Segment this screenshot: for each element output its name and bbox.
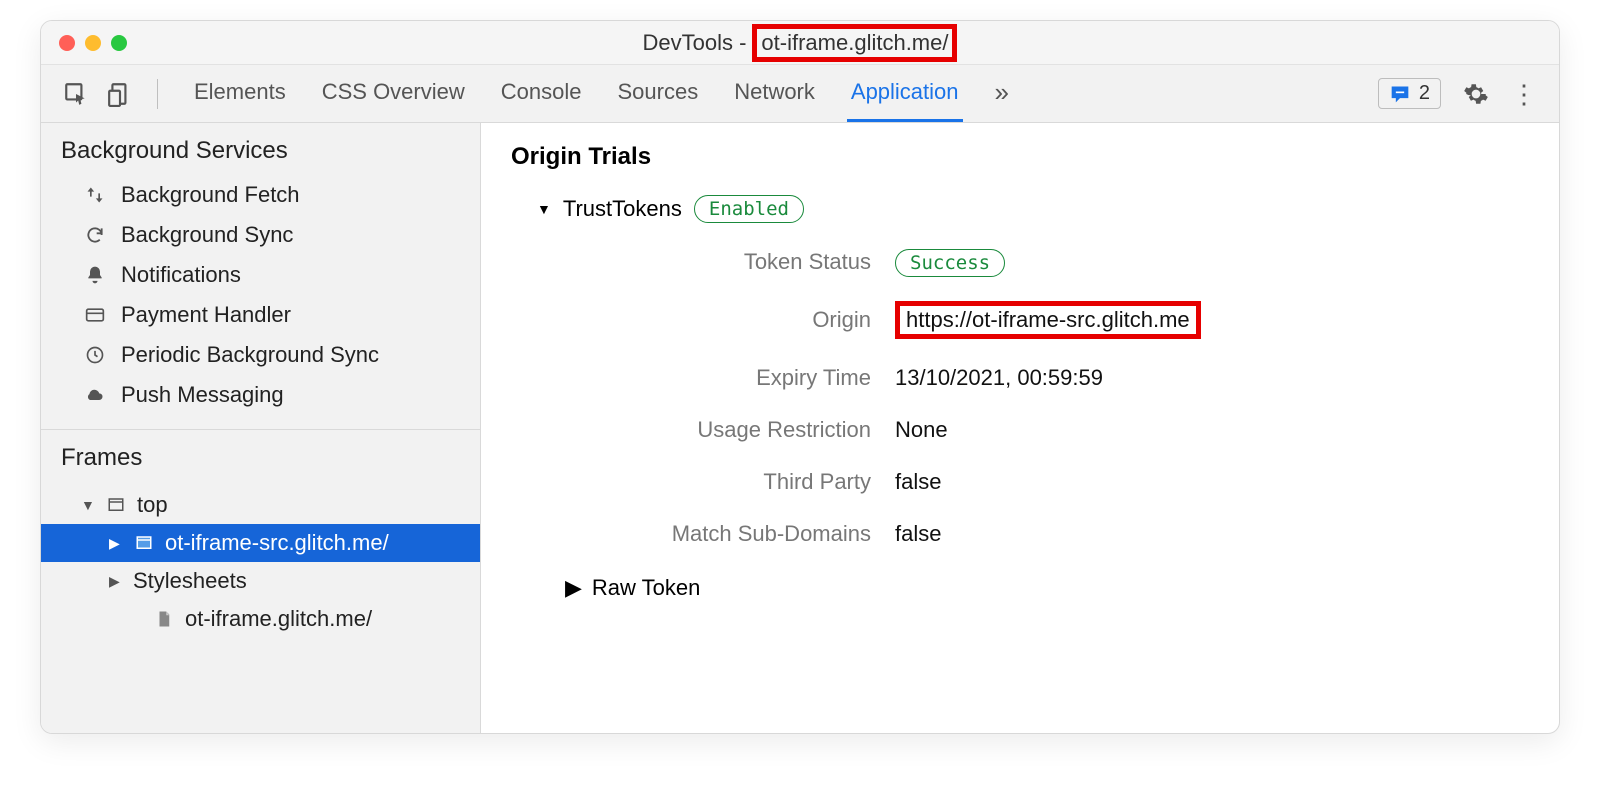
disclosure-triangle-icon: ▼ [537, 201, 551, 217]
kv-key-expiry: Expiry Time [571, 365, 871, 391]
disclosure-triangle-icon: ▶ [109, 535, 123, 552]
kv-key-subdomains: Match Sub-Domains [571, 521, 871, 547]
toolbar-left-icons [53, 81, 143, 107]
kv-key-token-status: Token Status [571, 249, 871, 275]
kv-val-expiry: 13/10/2021, 00:59:59 [895, 365, 1529, 391]
arrows-vert-icon [83, 185, 107, 205]
traffic-lights [59, 35, 127, 51]
sidebar: Background Services Background Fetch Bac… [41, 123, 481, 733]
sidebar-item-label: Periodic Background Sync [121, 342, 379, 368]
sync-icon [83, 225, 107, 245]
inspect-element-icon[interactable] [63, 81, 89, 107]
token-status-badge: Success [895, 249, 1005, 277]
kv-key-thirdparty: Third Party [571, 469, 871, 495]
tab-console[interactable]: Console [497, 65, 586, 122]
sidebar-item-label: Payment Handler [121, 302, 291, 328]
raw-token-label: Raw Token [592, 575, 700, 601]
document-icon [153, 609, 175, 629]
trial-row[interactable]: ▼ TrustTokens Enabled [537, 195, 1529, 223]
frames-top[interactable]: ▼ top [41, 486, 480, 524]
window-title-prefix: DevTools - [643, 30, 747, 56]
sidebar-item-background-sync[interactable]: Background Sync [41, 215, 480, 255]
kv-key-usage: Usage Restriction [571, 417, 871, 443]
frames-stylesheets[interactable]: ▶ Stylesheets [41, 562, 480, 600]
zoom-window-button[interactable] [111, 35, 127, 51]
frames-document-leaf[interactable]: ▶ ot-iframe.glitch.me/ [41, 600, 480, 638]
tab-elements[interactable]: Elements [190, 65, 290, 122]
tabs-overflow-button[interactable]: » [991, 65, 1013, 122]
frames-document-label: ot-iframe.glitch.me/ [185, 606, 372, 632]
kv-val-usage: None [895, 417, 1529, 443]
sidebar-item-push-messaging[interactable]: Push Messaging [41, 375, 480, 415]
sidebar-item-payment-handler[interactable]: Payment Handler [41, 295, 480, 335]
sidebar-item-background-fetch[interactable]: Background Fetch [41, 175, 480, 215]
kv-val-origin: https://ot-iframe-src.glitch.me [895, 301, 1529, 339]
sidebar-item-label: Notifications [121, 262, 241, 288]
sidebar-item-label: Background Fetch [121, 182, 300, 208]
issues-count: 2 [1419, 82, 1430, 105]
window-title: DevTools - ot-iframe.glitch.me/ [643, 24, 958, 62]
bell-icon [83, 265, 107, 285]
origin-trials-heading: Origin Trials [511, 143, 1529, 171]
sidebar-section-frames: Frames [41, 430, 480, 480]
sidebar-bg-services-list: Background Fetch Background Sync Notific… [41, 173, 480, 429]
main-panel: Origin Trials ▼ TrustTokens Enabled Toke… [481, 123, 1559, 733]
iframe-icon [133, 534, 155, 552]
more-icon[interactable]: ⋮ [1511, 81, 1537, 107]
sidebar-item-label: Push Messaging [121, 382, 284, 408]
issues-icon [1389, 84, 1411, 104]
devtools-window: DevTools - ot-iframe.glitch.me/ Elements [40, 20, 1560, 734]
sidebar-item-label: Background Sync [121, 222, 293, 248]
frames-iframe-label: ot-iframe-src.glitch.me/ [165, 530, 389, 556]
tab-network[interactable]: Network [730, 65, 819, 122]
content: Background Services Background Fetch Bac… [41, 123, 1559, 733]
tab-application[interactable]: Application [847, 65, 963, 122]
disclosure-triangle-icon: ▼ [81, 497, 95, 513]
frames-stylesheets-label: Stylesheets [133, 568, 247, 594]
frames-top-label: top [137, 492, 168, 518]
tab-sources[interactable]: Sources [613, 65, 702, 122]
sidebar-item-notifications[interactable]: Notifications [41, 255, 480, 295]
trial-status-badge: Enabled [694, 195, 804, 223]
clock-icon [83, 345, 107, 365]
device-toolbar-icon[interactable] [107, 81, 133, 107]
trial-name: TrustTokens [563, 196, 682, 222]
minimize-window-button[interactable] [85, 35, 101, 51]
issues-button[interactable]: 2 [1378, 78, 1441, 109]
kv-key-origin: Origin [571, 307, 871, 333]
frames-tree: ▼ top ▶ ot-iframe-src.glitch.me/ ▶ Style… [41, 480, 480, 658]
raw-token-toggle[interactable]: ▶ Raw Token [565, 575, 1529, 601]
kv-val-token-status: Success [895, 249, 1529, 275]
close-window-button[interactable] [59, 35, 75, 51]
window-icon [105, 496, 127, 514]
kv-val-thirdparty: false [895, 469, 1529, 495]
frames-iframe-selected[interactable]: ▶ ot-iframe-src.glitch.me/ [41, 524, 480, 562]
origin-value: https://ot-iframe-src.glitch.me [895, 301, 1201, 339]
disclosure-triangle-icon: ▶ [109, 573, 123, 590]
tab-css-overview[interactable]: CSS Overview [318, 65, 469, 122]
cloud-icon [83, 385, 107, 405]
sidebar-item-periodic-sync[interactable]: Periodic Background Sync [41, 335, 480, 375]
disclosure-triangle-icon: ▶ [565, 575, 582, 601]
toolbar-divider [157, 79, 158, 109]
trial-details: Token Status Success Origin https://ot-i… [571, 249, 1529, 547]
settings-icon[interactable] [1463, 81, 1489, 107]
titlebar: DevTools - ot-iframe.glitch.me/ [41, 21, 1559, 65]
kv-val-subdomains: false [895, 521, 1529, 547]
window-title-url: ot-iframe.glitch.me/ [752, 24, 957, 62]
toolbar: Elements CSS Overview Console Sources Ne… [41, 65, 1559, 123]
panel-tabs: Elements CSS Overview Console Sources Ne… [190, 65, 1370, 122]
card-icon [83, 305, 107, 325]
sidebar-section-background-services: Background Services [41, 123, 480, 173]
toolbar-right: 2 ⋮ [1378, 78, 1547, 109]
